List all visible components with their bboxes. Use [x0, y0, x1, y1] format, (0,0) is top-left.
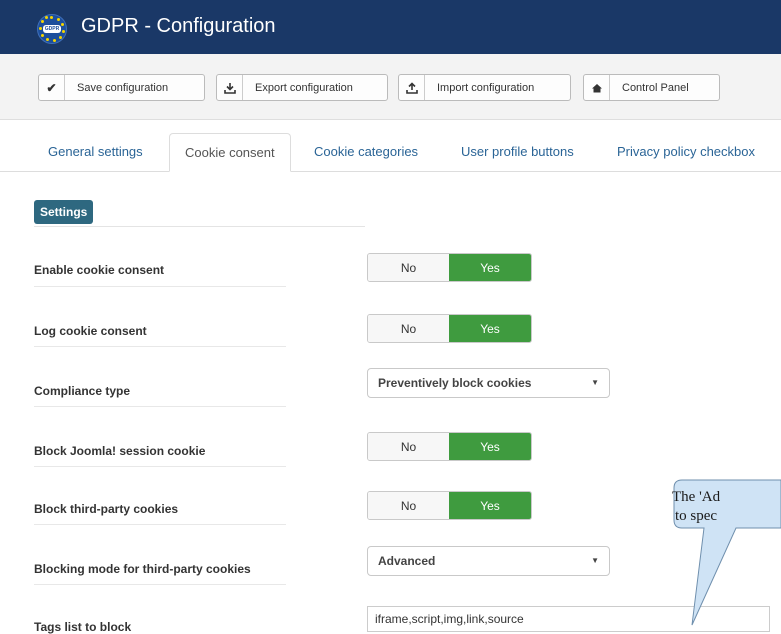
- block-joomla-session-cookie-yes[interactable]: Yes: [449, 433, 531, 460]
- tags-list-input[interactable]: iframe,script,img,link,source: [367, 606, 770, 632]
- export-configuration-button[interactable]: Export configuration: [216, 74, 388, 101]
- check-icon: ✔: [39, 75, 65, 100]
- import-configuration-label: Import configuration: [437, 81, 535, 94]
- enable-cookie-consent-no[interactable]: No: [368, 254, 449, 281]
- callout-text: The 'Ad to spec: [672, 488, 720, 526]
- divider: [34, 346, 286, 347]
- blocking-mode-label: Blocking mode for third-party cookies: [34, 562, 251, 576]
- page-title: GDPR - Configuration: [81, 15, 276, 37]
- block-third-party-cookies-toggle[interactable]: No Yes: [367, 491, 532, 520]
- log-cookie-consent-label: Log cookie consent: [34, 324, 147, 338]
- log-cookie-consent-toggle[interactable]: No Yes: [367, 314, 532, 343]
- home-icon: [584, 75, 610, 100]
- logo-text: GDPR: [43, 25, 61, 33]
- block-joomla-session-cookie-toggle[interactable]: No Yes: [367, 432, 532, 461]
- divider: [34, 466, 286, 467]
- download-icon: [217, 75, 243, 100]
- divider: [34, 286, 286, 287]
- import-configuration-button[interactable]: Import configuration: [398, 74, 571, 101]
- enable-cookie-consent-toggle[interactable]: No Yes: [367, 253, 532, 282]
- save-configuration-label: Save configuration: [77, 81, 169, 94]
- chevron-down-icon: ▼: [591, 378, 599, 387]
- block-third-party-cookies-label: Block third-party cookies: [34, 502, 179, 516]
- tab-privacy-policy-checkbox[interactable]: Privacy policy checkbox: [617, 133, 755, 171]
- block-joomla-session-cookie-label: Block Joomla! session cookie: [34, 444, 206, 458]
- app-header: GDPR GDPR - Configuration: [0, 0, 781, 54]
- compliance-type-select[interactable]: Preventively block cookies ▼: [367, 368, 610, 398]
- blocking-mode-value: Advanced: [378, 554, 436, 568]
- tab-cookie-consent[interactable]: Cookie consent: [169, 133, 291, 172]
- tab-general-settings[interactable]: General settings: [48, 133, 143, 171]
- callout-line-2: to spec: [675, 508, 718, 524]
- section-title: Settings: [34, 200, 94, 224]
- tab-cookie-categories[interactable]: Cookie categories: [314, 133, 418, 171]
- tab-user-profile-buttons[interactable]: User profile buttons: [461, 133, 574, 171]
- callout-line-1: The 'Ad: [672, 489, 721, 505]
- gdpr-logo-icon: GDPR: [37, 14, 67, 44]
- export-configuration-label: Export configuration: [255, 81, 353, 94]
- control-panel-label: Control Panel: [622, 81, 689, 94]
- chevron-down-icon: ▼: [591, 556, 599, 565]
- section-divider: [34, 226, 365, 227]
- toolbar: ✔ Save configuration Export configuratio…: [0, 54, 781, 120]
- enable-cookie-consent-label: Enable cookie consent: [34, 263, 165, 277]
- divider: [34, 406, 286, 407]
- blocking-mode-select[interactable]: Advanced ▼: [367, 546, 610, 576]
- block-third-party-cookies-no[interactable]: No: [368, 492, 449, 519]
- log-cookie-consent-yes[interactable]: Yes: [449, 315, 531, 342]
- block-third-party-cookies-yes[interactable]: Yes: [449, 492, 531, 519]
- block-joomla-session-cookie-no[interactable]: No: [368, 433, 449, 460]
- save-configuration-button[interactable]: ✔ Save configuration: [38, 74, 205, 101]
- divider: [34, 584, 286, 585]
- control-panel-button[interactable]: Control Panel: [583, 74, 720, 101]
- upload-icon: [399, 75, 425, 100]
- enable-cookie-consent-yes[interactable]: Yes: [449, 254, 531, 281]
- tab-bar: General settings Cookie consent Cookie c…: [0, 133, 781, 172]
- compliance-type-value: Preventively block cookies: [378, 376, 532, 390]
- divider: [34, 524, 286, 525]
- compliance-type-label: Compliance type: [34, 384, 131, 398]
- log-cookie-consent-no[interactable]: No: [368, 315, 449, 342]
